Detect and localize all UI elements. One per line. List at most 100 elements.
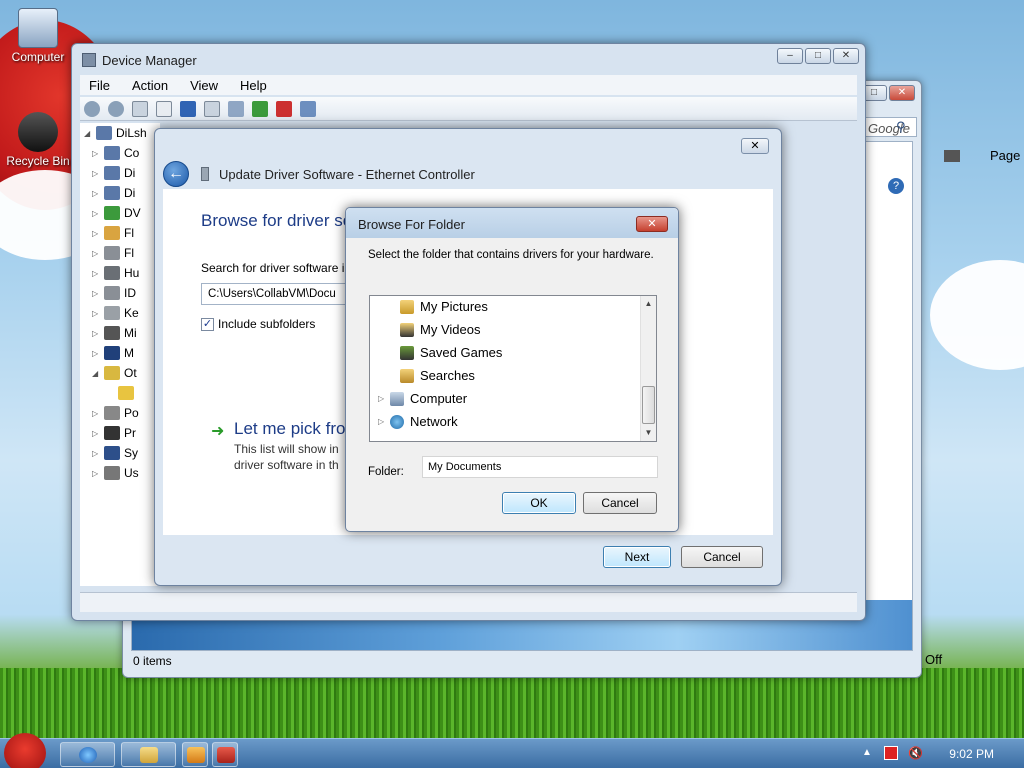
tree-item[interactable]: ▷ Fl (80, 243, 160, 263)
taskbar-explorer[interactable] (121, 742, 176, 767)
vertical-scrollbar[interactable]: ▲ ▼ (640, 296, 656, 441)
list-icon[interactable] (156, 100, 172, 117)
maximize-button[interactable]: □ (805, 48, 831, 64)
back-button[interactable]: ← (163, 161, 189, 187)
folder-label: Folder: (368, 466, 404, 478)
collapse-arrow-icon[interactable]: ◢ (92, 369, 102, 378)
description-line-1: This list will show in (234, 442, 339, 456)
scroll-up-icon[interactable]: ▲ (641, 296, 656, 312)
tree-item[interactable]: ▷ Hu (80, 263, 160, 283)
tree-item[interactable]: ◢ Ot (80, 363, 160, 383)
properties-icon[interactable] (132, 100, 148, 117)
ok-button[interactable]: OK (502, 492, 576, 514)
menu-view[interactable]: View (181, 75, 227, 95)
tree-item[interactable]: ▷ Sy (80, 443, 160, 463)
menu-file[interactable]: File (80, 75, 119, 95)
page-menu[interactable]: Page (990, 148, 1020, 163)
enable-device-icon[interactable] (300, 100, 316, 117)
expand-arrow-icon[interactable]: ▷ (92, 249, 102, 258)
volume-muted-icon[interactable]: 🔇 (908, 746, 923, 760)
folder-item[interactable]: ▷ Network (378, 411, 458, 432)
help-icon[interactable] (180, 100, 196, 117)
tree-item[interactable]: ▷ ID (80, 283, 160, 303)
folder-item[interactable]: Saved Games (400, 342, 502, 363)
cancel-button[interactable]: Cancel (681, 546, 763, 568)
folder-item[interactable]: My Pictures (400, 296, 488, 317)
tree-root-label: DiLsh (116, 126, 147, 140)
expand-arrow-icon[interactable]: ▷ (92, 149, 102, 158)
taskbar-device-manager[interactable] (212, 742, 238, 767)
expand-arrow-icon[interactable]: ▷ (92, 409, 102, 418)
expand-arrow-icon[interactable]: ▷ (378, 417, 390, 426)
menu-action[interactable]: Action (123, 75, 177, 95)
close-button[interactable]: ✕ (833, 48, 859, 64)
scroll-down-icon[interactable]: ▼ (641, 425, 656, 441)
tree-item[interactable]: ▷ Di (80, 163, 160, 183)
help-icon[interactable]: ? (888, 178, 904, 194)
cancel-button[interactable]: Cancel (583, 492, 657, 514)
expand-arrow-icon[interactable]: ▷ (92, 469, 102, 478)
expand-arrow-icon[interactable]: ▷ (92, 349, 102, 358)
expand-arrow-icon[interactable]: ▷ (92, 189, 102, 198)
tree-item[interactable]: ▷ M (80, 343, 160, 363)
keyboard-icon (104, 306, 120, 320)
checkbox-check-icon[interactable]: ✓ (201, 317, 214, 331)
update-driver-icon[interactable] (252, 100, 268, 117)
expand-arrow-icon[interactable]: ▷ (378, 394, 390, 403)
close-button[interactable]: ✕ (889, 85, 915, 101)
next-button[interactable]: Next (603, 546, 671, 568)
search-box[interactable]: Google (863, 117, 917, 137)
close-button[interactable]: ✕ (636, 216, 668, 232)
search-icon[interactable]: ⚲ (896, 119, 906, 135)
minimize-button[interactable]: – (777, 48, 803, 64)
view-icon[interactable] (204, 100, 220, 117)
tree-item[interactable]: ▷ DV (80, 203, 160, 223)
desktop-icon-computer[interactable]: Computer (0, 8, 76, 64)
uninstall-icon[interactable] (276, 100, 292, 117)
expand-arrow-icon[interactable]: ▷ (92, 429, 102, 438)
tree-root[interactable]: ◢ DiLsh (80, 123, 160, 143)
taskbar-media-player[interactable] (182, 742, 208, 767)
expand-arrow-icon[interactable]: ▷ (92, 449, 102, 458)
tree-item[interactable]: ▷ Us (80, 463, 160, 483)
scan-hardware-icon[interactable] (228, 100, 244, 117)
folder-tree[interactable]: My Pictures My Videos Saved Games Search… (369, 295, 657, 442)
videos-folder-icon (400, 322, 414, 337)
desktop-icon-recycle-bin[interactable]: Recycle Bin (0, 112, 76, 168)
back-arrow-icon[interactable] (84, 100, 100, 117)
forward-arrow-icon[interactable] (108, 100, 124, 117)
start-button[interactable] (4, 733, 46, 768)
expand-arrow-icon[interactable]: ▷ (92, 269, 102, 278)
action-center-icon[interactable] (884, 746, 898, 760)
scroll-thumb[interactable] (642, 386, 655, 424)
expand-arrow-icon[interactable]: ▷ (92, 289, 102, 298)
show-hidden-icons-icon[interactable]: ▲ (862, 747, 872, 758)
folder-item[interactable]: My Videos (400, 319, 480, 340)
folder-item[interactable]: Searches (400, 365, 475, 386)
tree-item[interactable]: ▷ Ke (80, 303, 160, 323)
let-me-pick-link[interactable]: Let me pick fro (234, 419, 346, 439)
collapse-arrow-icon[interactable]: ◢ (84, 129, 94, 138)
tree-item[interactable]: ▷ Fl (80, 223, 160, 243)
taskbar-ie[interactable] (60, 742, 115, 767)
expand-arrow-icon[interactable]: ▷ (92, 329, 102, 338)
expand-arrow-icon[interactable]: ▷ (92, 169, 102, 178)
folder-item[interactable]: ▷ Computer (378, 388, 467, 409)
tree-item[interactable]: ▷ Di (80, 183, 160, 203)
tree-item[interactable]: ▷ Pr (80, 423, 160, 443)
device-icon (104, 206, 120, 220)
expand-arrow-icon[interactable]: ▷ (92, 209, 102, 218)
clock[interactable]: 9:02 PM (949, 747, 994, 761)
folder-input[interactable]: My Documents (422, 456, 658, 478)
menu-help[interactable]: Help (231, 75, 276, 95)
tree-item[interactable]: ▷ Mi (80, 323, 160, 343)
tree-item[interactable]: ▷ Po (80, 403, 160, 423)
print-icon[interactable] (944, 150, 960, 162)
expand-arrow-icon[interactable]: ▷ (92, 309, 102, 318)
tree-item-ethernet[interactable] (80, 383, 160, 403)
tree-item[interactable]: ▷ Co (80, 143, 160, 163)
close-button[interactable]: ✕ (741, 138, 769, 154)
include-subfolders-checkbox[interactable]: ✓ Include subfolders (201, 317, 315, 331)
expand-arrow-icon[interactable]: ▷ (92, 229, 102, 238)
computer-icon (96, 126, 112, 140)
